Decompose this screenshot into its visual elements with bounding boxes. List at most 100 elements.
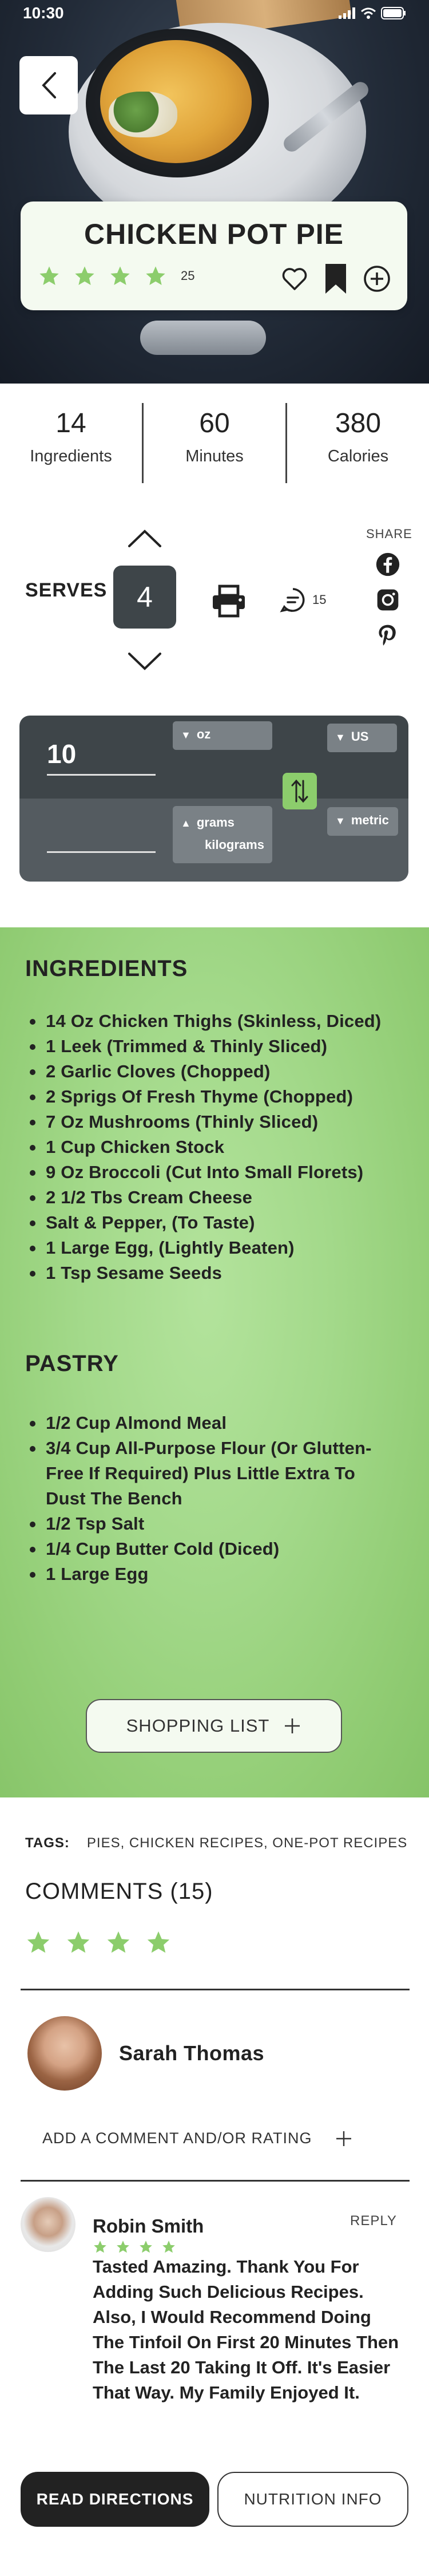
comment-count: 15: [312, 592, 327, 607]
pastry-list: 1/2 Cup Almond Meal 3/4 Cup All-Purpose …: [26, 1411, 392, 1587]
recipe-title: CHICKEN POT PIE: [84, 218, 344, 250]
shopping-list-button[interactable]: SHOPPING LIST: [86, 1699, 342, 1753]
pie-filling: [109, 92, 177, 137]
plus-icon: [285, 1718, 300, 1733]
stat-label: Minutes: [185, 447, 244, 465]
from-unit-value: oz: [196, 727, 211, 741]
reviewer-name: Robin Smith: [93, 2215, 204, 2237]
nutrition-info-button[interactable]: NUTRITION INFO: [217, 2472, 408, 2527]
stat-value: 380: [335, 408, 382, 438]
dropdown-arrow-icon: ▼: [181, 729, 191, 741]
add-button[interactable]: [362, 261, 392, 297]
star-icon[interactable]: [25, 1929, 51, 1955]
star-icon[interactable]: [65, 1929, 92, 1955]
chevron-left-icon: [42, 72, 56, 98]
wifi-icon: [361, 7, 376, 19]
list-item: 1/2 Tsp Salt: [26, 1511, 392, 1536]
add-comment-button[interactable]: ADD A COMMENT AND/OR RATING: [42, 2129, 352, 2147]
read-directions-button[interactable]: READ DIRECTIONS: [21, 2472, 209, 2527]
bookmark-icon: [325, 264, 346, 294]
list-item: 1 Large Egg, (Lightly Beaten): [26, 1235, 415, 1261]
recipe-title-card: CHICKEN POT PIE 25: [21, 202, 407, 310]
avatar: [27, 2016, 102, 2091]
list-item: Salt & Pepper, (To Taste): [26, 1210, 415, 1235]
tags-label: TAGS:: [25, 1835, 70, 1851]
bookmark-button[interactable]: [320, 261, 351, 297]
recipe-rating: 25: [38, 264, 194, 287]
swap-units-button[interactable]: [283, 773, 317, 809]
print-icon[interactable]: [210, 584, 247, 618]
share-label: SHARE: [366, 527, 412, 541]
converter-input[interactable]: 10: [47, 738, 156, 776]
swap-arrows-icon: [291, 779, 308, 803]
star-icon: [162, 2241, 175, 2253]
recipe-stats: 14 Ingredients 60 Minutes 380 Calories: [0, 401, 429, 487]
from-system-dropdown[interactable]: ▼ US: [327, 724, 397, 752]
converter-output[interactable]: [47, 837, 156, 853]
utensil-handle: [140, 321, 266, 355]
instagram-icon[interactable]: [375, 587, 400, 613]
plus-icon: [336, 2131, 351, 2146]
favorite-button[interactable]: [279, 261, 310, 297]
dropdown-arrow-icon: ▼: [335, 732, 345, 743]
heart-icon: [282, 268, 307, 290]
reply-button[interactable]: REPLY: [350, 2213, 397, 2229]
list-item: 1 Tsp Sesame Seeds: [26, 1261, 415, 1286]
share-panel: SHARE: [366, 527, 412, 648]
shopping-list-label: SHOPPING LIST: [126, 1716, 270, 1736]
stat-label: Calories: [327, 447, 389, 465]
stat-value: 14: [55, 408, 86, 438]
list-item: 9 Oz Broccoli (Cut Into Small Florets): [26, 1160, 415, 1185]
to-unit-option[interactable]: grams: [197, 815, 235, 829]
divider: [21, 2180, 410, 2182]
star-icon: [140, 2241, 152, 2253]
status-icons: [339, 7, 406, 19]
list-item: 1 Leek (Trimmed & Thinly Sliced): [26, 1034, 415, 1059]
unit-converter: 10 ▼ oz ▼ US ▲ grams kilograms ▼ metric: [19, 716, 408, 882]
star-icon: [39, 266, 59, 285]
current-user-name: Sarah Thomas: [119, 2041, 265, 2065]
star-icon: [94, 2241, 106, 2253]
serves-increase-button[interactable]: [126, 527, 164, 550]
to-system-value: metric: [351, 813, 389, 827]
dropdown-arrow-icon: ▼: [335, 815, 345, 827]
rating-count: 25: [181, 268, 195, 283]
stat-ingredients: 14 Ingredients: [0, 401, 142, 487]
serves-label: SERVES: [25, 579, 108, 601]
from-unit-dropdown[interactable]: ▼ oz: [173, 721, 272, 750]
stat-value: 60: [199, 408, 230, 438]
to-unit-dropdown[interactable]: ▲ grams kilograms: [173, 806, 272, 863]
comment-rating-input[interactable]: [25, 1929, 172, 1955]
star-icon[interactable]: [105, 1929, 132, 1955]
status-time: 10:30: [23, 4, 64, 22]
to-unit-option[interactable]: kilograms: [181, 834, 264, 856]
serves-decrease-button[interactable]: [126, 650, 164, 673]
stat-label: Ingredients: [30, 447, 112, 465]
facebook-icon[interactable]: [375, 552, 400, 577]
back-button[interactable]: [19, 56, 78, 114]
pastry-title: PASTRY: [25, 1351, 119, 1376]
star-icon: [110, 266, 130, 285]
star-icon: [146, 266, 165, 285]
review-rating: [93, 2239, 176, 2254]
comments-button[interactable]: 15: [279, 586, 326, 614]
avatar: [21, 2197, 76, 2252]
pinterest-icon[interactable]: [375, 623, 400, 648]
from-system-value: US: [351, 729, 369, 744]
battery-icon: [381, 7, 406, 19]
list-item: 1 Cup Chicken Stock: [26, 1135, 415, 1160]
list-item: 1/4 Cup Butter Cold (Diced): [26, 1536, 392, 1562]
star-icon[interactable]: [145, 1929, 172, 1955]
recipe-actions: [279, 261, 392, 297]
comment-icon: [280, 588, 305, 613]
list-item: 3/4 Cup All-Purpose Flour (Or Glutten-Fr…: [26, 1436, 392, 1511]
list-item: 2 1/2 Tbs Cream Cheese: [26, 1185, 415, 1210]
stat-minutes: 60 Minutes: [144, 401, 285, 487]
serves-value[interactable]: 4: [113, 566, 176, 629]
list-item: 14 Oz Chicken Thighs (Skinless, Diced): [26, 1009, 415, 1034]
star-icon: [75, 266, 94, 285]
ingredients-title: INGREDIENTS: [25, 956, 188, 981]
tags-values[interactable]: PIES, CHICKEN RECIPES, ONE-POT RECIPES: [87, 1835, 407, 1851]
comments-title: COMMENTS (15): [25, 1879, 213, 1904]
to-system-dropdown[interactable]: ▼ metric: [327, 807, 398, 836]
